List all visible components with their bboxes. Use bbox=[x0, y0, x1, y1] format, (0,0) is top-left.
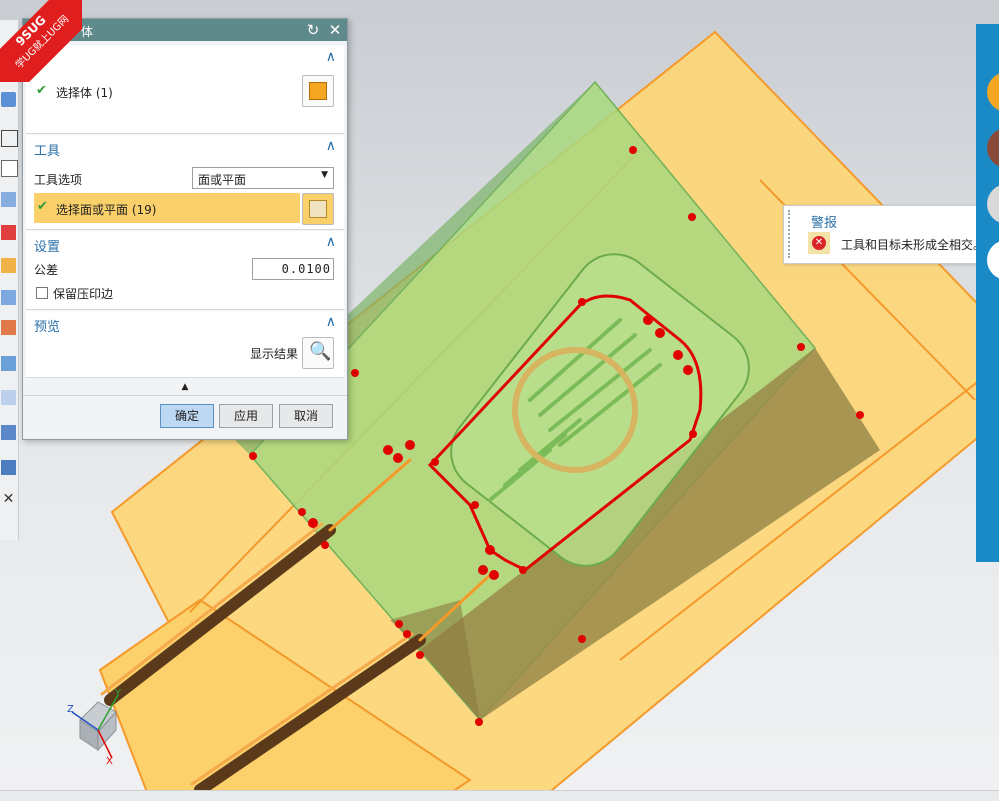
collapse-arrow-icon[interactable]: ▲ bbox=[23, 381, 347, 393]
error-icon-frame: ✕ bbox=[808, 232, 830, 254]
right-side-panel bbox=[976, 24, 999, 562]
select-face-row[interactable]: ✔ 选择面或平面 (19) bbox=[34, 193, 300, 223]
collapse-icon[interactable]: ∧ bbox=[326, 49, 336, 65]
avatar[interactable] bbox=[987, 72, 999, 112]
check-icon: ✔ bbox=[37, 199, 48, 214]
settings-section-title: 设置 bbox=[34, 240, 61, 255]
select-face-button[interactable] bbox=[302, 193, 334, 225]
settings-section-header[interactable]: 设置 ∧ bbox=[26, 231, 344, 255]
select-face-label: 选择面或平面 (19) bbox=[56, 203, 157, 217]
show-result-label: 显示结果 bbox=[250, 347, 299, 361]
dialog-title: 体 bbox=[81, 25, 94, 39]
tolerance-input[interactable]: 0.0100 bbox=[252, 258, 334, 280]
axis-y-label: Y bbox=[114, 688, 122, 699]
collapse-icon[interactable]: ∧ bbox=[326, 234, 336, 250]
avatar[interactable] bbox=[987, 240, 999, 280]
watermark-logo: 9SUG 学UG就上UG网 bbox=[0, 0, 82, 82]
solid-icon[interactable] bbox=[1, 356, 16, 371]
collapse-icon[interactable]: ∧ bbox=[326, 138, 336, 154]
ok-button[interactable]: 确定 bbox=[160, 404, 214, 428]
preview-section-header[interactable]: 预览 ∧ bbox=[26, 311, 344, 335]
body-icon[interactable] bbox=[1, 460, 16, 475]
drag-handle[interactable] bbox=[788, 210, 796, 258]
cancel-button[interactable]: 取消 bbox=[279, 404, 333, 428]
cube-select-icon bbox=[309, 82, 327, 100]
left-toolbar: ✕ bbox=[0, 20, 19, 540]
select-body-button[interactable] bbox=[302, 75, 334, 107]
keep-imprint-checkbox[interactable] bbox=[36, 287, 48, 299]
tool-section-title: 工具 bbox=[34, 144, 61, 159]
alert-popup[interactable]: 警报 ✕ 工具和目标未形成全相交。 bbox=[783, 205, 986, 264]
box-icon[interactable] bbox=[1, 160, 18, 177]
collapse-icon[interactable]: ∧ bbox=[326, 314, 336, 330]
preview-section: 预览 ∧ 显示结果 🔍 bbox=[26, 311, 344, 378]
delete-icon[interactable]: ✕ bbox=[1, 492, 16, 507]
insert-icon[interactable] bbox=[1, 320, 16, 335]
shell-icon[interactable] bbox=[1, 192, 16, 207]
trim-icon[interactable] bbox=[1, 130, 18, 147]
magnifier-icon: 🔍 bbox=[309, 341, 332, 362]
tool-option-value: 面或平面 bbox=[198, 173, 247, 187]
tool-section-header[interactable]: 工具 ∧ bbox=[26, 135, 344, 159]
cube-icon[interactable] bbox=[1, 290, 16, 305]
avatar[interactable] bbox=[987, 128, 999, 168]
tolerance-value: 0.0100 bbox=[281, 262, 331, 276]
axis-z-label: Z bbox=[67, 704, 74, 715]
divider bbox=[23, 395, 347, 396]
show-result-button[interactable]: 🔍 bbox=[302, 337, 334, 369]
error-icon: ✕ bbox=[812, 236, 826, 250]
check-icon: ✔ bbox=[36, 83, 47, 98]
alert-title: 警报 bbox=[811, 216, 838, 231]
pattern-icon[interactable] bbox=[1, 390, 16, 405]
tool-section: 工具 ∧ 工具选项 面或平面 ▼ ✔ 选择面或平面 (19) bbox=[26, 135, 344, 230]
apply-button[interactable]: 应用 bbox=[219, 404, 273, 428]
chevron-down-icon: ▼ bbox=[321, 170, 328, 180]
watermark-ribbon: 9SUG 学UG就上UG网 bbox=[0, 0, 82, 82]
tool-option-dropdown[interactable]: 面或平面 ▼ bbox=[192, 167, 334, 189]
close-icon[interactable]: ✕ bbox=[327, 22, 343, 38]
bottom-toolbar bbox=[0, 790, 999, 801]
reset-icon[interactable]: ↻ bbox=[305, 22, 321, 38]
tool-option-label: 工具选项 bbox=[34, 173, 83, 187]
face-select-icon bbox=[309, 200, 327, 218]
select-body-label: 选择体 (1) bbox=[56, 86, 113, 100]
avatar[interactable] bbox=[987, 184, 999, 224]
keep-imprint-label: 保留压印边 bbox=[53, 287, 114, 301]
split-icon[interactable] bbox=[1, 425, 16, 440]
preview-section-title: 预览 bbox=[34, 320, 61, 335]
subtract-icon[interactable] bbox=[1, 225, 16, 240]
settings-section: 设置 ∧ 公差 0.0100 保留压印边 bbox=[26, 231, 344, 310]
axis-x-label: X bbox=[106, 756, 113, 767]
alert-message: 工具和目标未形成全相交。 bbox=[841, 238, 986, 252]
edit-icon[interactable] bbox=[1, 92, 16, 107]
block-icon[interactable] bbox=[1, 258, 16, 273]
tolerance-label: 公差 bbox=[34, 263, 59, 277]
